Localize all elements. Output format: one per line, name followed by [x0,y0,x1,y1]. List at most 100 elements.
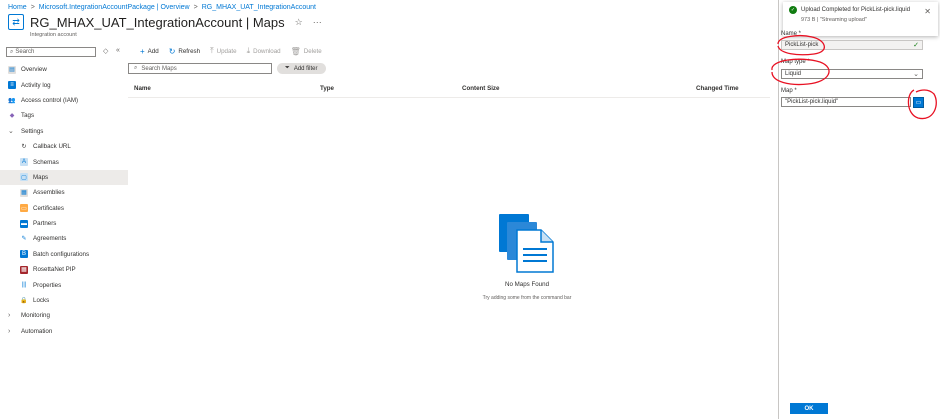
map-type-select[interactable]: Liquid ⌄ [781,69,923,79]
sidebar-item-label: Partners [33,220,57,228]
delete-button[interactable]: 🗑 Delete [291,46,322,56]
sidebar-item-label: Access control (IAM) [21,96,79,104]
sidebar-item-callback-url[interactable]: ↻ Callback URL [0,139,128,154]
resource-menu: ⌕ Search ◇ « ▤ Overview ≡ Activity log 👥… [0,44,128,419]
folder-icon: ▭ [915,100,922,106]
page-title: RG_MHAX_UAT_IntegrationAccount | Maps [30,15,285,30]
trash-icon: 🗑 [290,46,301,56]
column-header-changed-time[interactable]: Changed Time [696,85,739,92]
sidebar-group-monitoring[interactable]: › Monitoring [0,308,128,323]
page-title-section: Maps [252,14,285,30]
breadcrumb-separator: > [30,4,35,11]
refresh-icon: ↻ [168,46,176,56]
collapse-menu-icon[interactable]: « [116,47,120,54]
column-header-content-size[interactable]: Content Size [462,85,499,92]
sidebar-item-label: Agreements [33,235,67,243]
sidebar-group-label: Automation [21,327,53,335]
page-title-divider: | [245,14,253,30]
chevron-down-icon: ⌄ [913,71,919,78]
empty-state-title: No Maps Found [504,281,550,288]
rosettanet-icon: ▦ [20,265,28,274]
sidebar-group-settings[interactable]: ⌄ Settings [0,124,128,139]
sidebar-item-batch-configurations[interactable]: B Batch configurations [0,247,128,262]
chevron-down-icon: ⌄ [8,128,14,136]
integration-account-icon: ⇄ [8,14,24,30]
sidebar-group-automation[interactable]: › Automation [0,324,128,339]
sidebar-item-label: Callback URL [33,143,71,151]
partner-icon: ▬ [20,219,28,228]
add-filter-button[interactable]: ⏷ Add filter [277,63,326,74]
map-file-label: Map * [781,88,797,94]
breadcrumb-home[interactable]: Home [8,4,27,11]
page-subtitle: Integration account [30,32,77,38]
sidebar-item-overview[interactable]: ▤ Overview [0,62,128,77]
map-file-input[interactable]: "PickList-pick.liquid" [781,97,911,107]
menu-options-icon[interactable]: ◇ [103,47,108,55]
overview-icon: ▤ [8,65,16,74]
sidebar-item-label: Locks [33,297,50,305]
add-button-label: Add [147,47,159,55]
chevron-right-icon: › [8,327,11,335]
breadcrumb: Home > Microsoft.IntegrationAccountPacka… [8,4,316,11]
download-button[interactable]: ⤓ Download [247,46,281,56]
search-maps-input[interactable]: ⌕ Search Maps [128,63,272,74]
sidebar-item-assemblies[interactable]: ▦ Assemblies [0,185,128,200]
sidebar-item-certificates[interactable]: ▭ Certificates [0,201,128,216]
sidebar-item-maps[interactable]: ▢ Maps [0,169,128,186]
ok-button[interactable]: OK [790,403,828,414]
breadcrumb-integration-account[interactable]: RG_MHAX_UAT_IntegrationAccount [202,4,316,11]
map-type-value: Liquid [785,71,802,77]
favorite-star-icon[interactable]: ☆ [295,17,303,28]
sidebar-item-label: Certificates [33,204,64,212]
name-field-label: Name * [781,31,802,37]
breadcrumb-package-overview[interactable]: Microsoft.IntegrationAccountPackage | Ov… [39,4,190,11]
breadcrumb-separator: > [193,4,198,11]
delete-button-label: Delete [303,47,322,55]
sidebar-item-agreements[interactable]: ✎ Agreements [0,231,128,246]
sidebar-item-label: Batch configurations [33,250,90,258]
refresh-button-label: Refresh [178,47,201,55]
plus-icon: + [140,46,145,56]
search-icon: ⌕ [134,65,138,71]
empty-maps-illustration-icon [499,214,554,273]
update-button-label: Update [216,47,237,55]
certificate-icon: ▭ [20,204,28,213]
sidebar-item-label: Maps [33,173,49,181]
name-field-value: PickList-pick [785,42,819,48]
sidebar-item-label: Properties [33,281,62,289]
name-field[interactable]: PickList-pick ✓ [781,40,923,50]
sidebar-item-locks[interactable]: 🔒 Locks [0,293,128,308]
sidebar-item-activity-log[interactable]: ≡ Activity log [0,77,128,92]
add-filter-label: Add filter [293,65,318,72]
sidebar-item-tags[interactable]: ◆ Tags [0,108,128,123]
map-file-value: "PickList-pick.liquid" [785,99,839,105]
sidebar-item-properties[interactable]: ||| Properties [0,277,128,292]
sidebar-item-access-control[interactable]: 👥 Access control (IAM) [0,93,128,108]
empty-state-subtitle: Try adding some from the command bar [482,295,572,301]
refresh-button[interactable]: ↻ Refresh [169,46,200,56]
sidebar-item-schemas[interactable]: A Schemas [0,154,128,169]
close-icon[interactable]: ✕ [924,7,931,16]
menu-search-input[interactable]: ⌕ Search [6,47,96,57]
schema-icon: A [20,158,28,167]
column-header-name[interactable]: Name [134,85,151,92]
sidebar-item-label: Activity log [21,81,51,89]
table-header-divider [128,97,770,98]
menu-list: ▤ Overview ≡ Activity log 👥 Access contr… [0,62,128,339]
more-options-icon[interactable]: ··· [313,17,322,27]
sidebar-group-label: Settings [21,127,44,135]
upload-icon: ⤒ [210,46,214,55]
sidebar-item-partners[interactable]: ▬ Partners [0,216,128,231]
page-title-resource: RG_MHAX_UAT_IntegrationAccount [30,14,243,30]
browse-file-button[interactable]: ▭ [913,97,924,108]
sidebar-item-rosettanet-pip[interactable]: ▦ RosettaNet PIP [0,262,128,277]
upload-notification: ✓ Upload Completed for PickList-pick.liq… [783,2,938,36]
update-button[interactable]: ⤒ Update [210,46,237,56]
agreement-icon: ✎ [21,236,27,243]
sidebar-item-label: Overview [21,66,47,74]
column-header-type[interactable]: Type [320,85,334,92]
add-button[interactable]: + Add [140,46,159,56]
sidebar-group-label: Monitoring [21,312,50,320]
search-maps-placeholder: Search Maps [141,65,177,72]
map-type-label: Map type * [781,59,810,65]
